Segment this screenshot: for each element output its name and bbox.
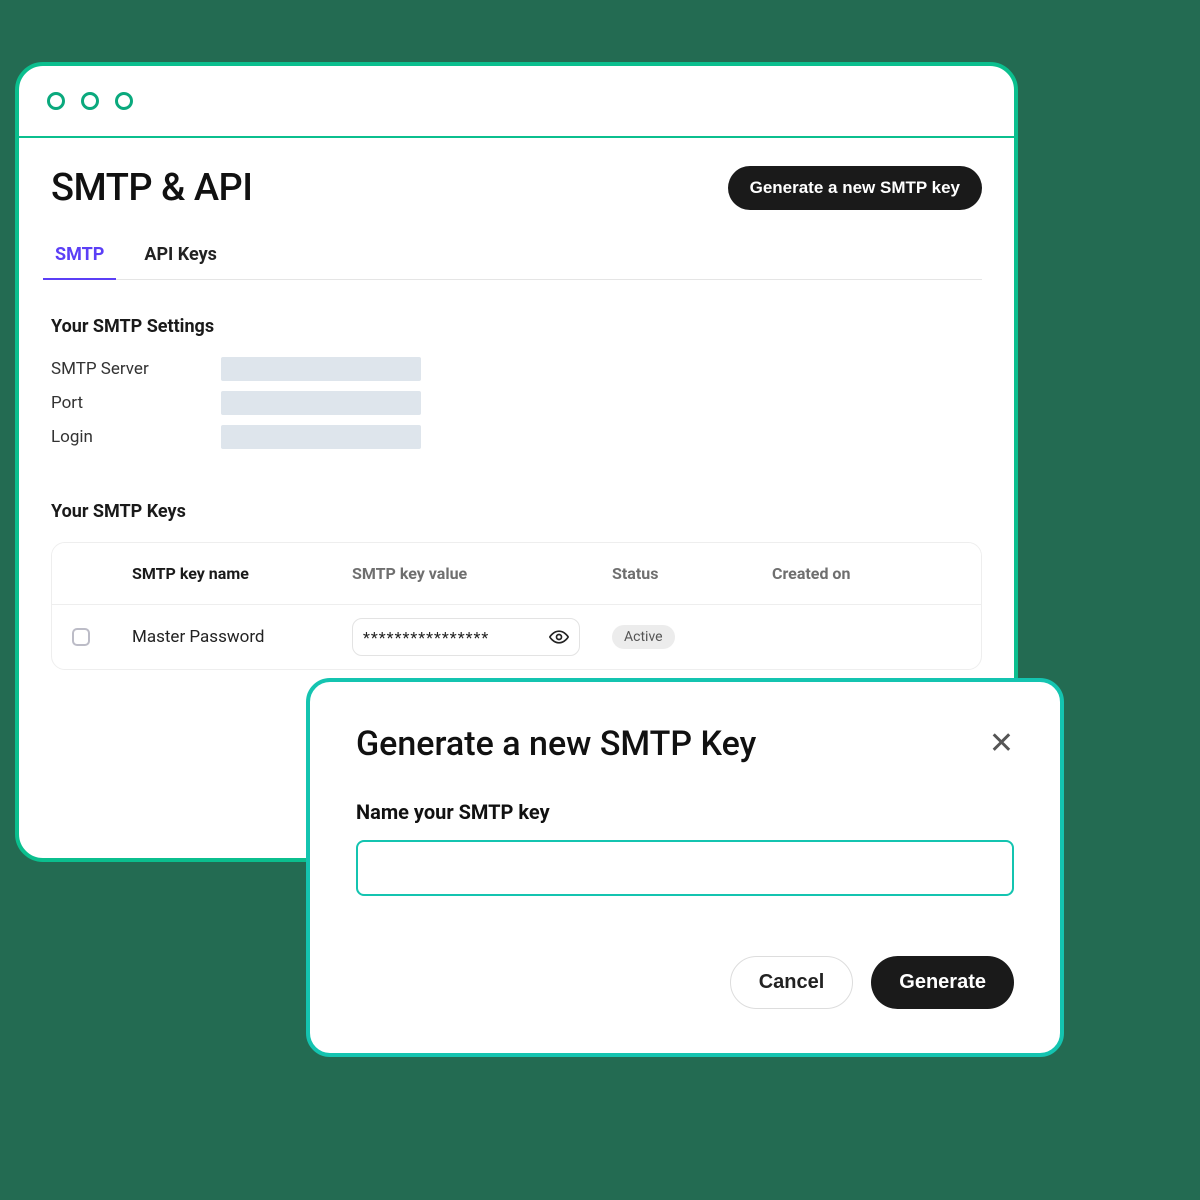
name-your-key-label: Name your SMTP key — [356, 800, 1014, 824]
window-titlebar — [19, 66, 1014, 138]
modal-actions: Cancel Generate — [356, 956, 1014, 1009]
tab-api-keys[interactable]: API Keys — [140, 234, 221, 279]
smtp-port-value — [221, 391, 421, 415]
modal-header: Generate a new SMTP Key ✕ — [356, 724, 1014, 764]
table-header: SMTP key name SMTP key value Status Crea… — [52, 543, 981, 605]
page-title: SMTP & API — [51, 166, 253, 210]
smtp-port-label: Port — [51, 393, 221, 413]
generate-smtp-key-modal: Generate a new SMTP Key ✕ Name your SMTP… — [306, 678, 1064, 1057]
smtp-settings: SMTP Server Port Login — [51, 357, 982, 449]
smtp-server-value — [221, 357, 421, 381]
col-key-value: SMTP key value — [352, 564, 612, 583]
smtp-login-label: Login — [51, 427, 221, 447]
smtp-keys-title: Your SMTP Keys — [51, 501, 982, 522]
table-row: Master Password **************** Active — [52, 605, 981, 669]
smtp-settings-title: Your SMTP Settings — [51, 316, 982, 337]
smtp-key-name-input[interactable] — [356, 840, 1014, 896]
row-checkbox[interactable] — [72, 628, 90, 646]
window-control-dot[interactable] — [47, 92, 65, 110]
generate-smtp-key-button[interactable]: Generate a new SMTP key — [728, 166, 982, 210]
page-header: SMTP & API Generate a new SMTP key — [51, 166, 982, 210]
cancel-button[interactable]: Cancel — [730, 956, 854, 1009]
modal-title: Generate a new SMTP Key — [356, 724, 756, 764]
status-badge: Active — [612, 625, 675, 649]
close-icon[interactable]: ✕ — [989, 729, 1014, 759]
key-name-cell: Master Password — [132, 627, 352, 647]
smtp-server-label: SMTP Server — [51, 359, 221, 379]
key-value-masked: **************** — [363, 628, 489, 647]
col-status: Status — [612, 564, 772, 583]
eye-icon[interactable] — [549, 627, 569, 647]
tab-smtp[interactable]: SMTP — [51, 234, 108, 279]
window-controls — [47, 92, 133, 110]
window-control-dot[interactable] — [81, 92, 99, 110]
smtp-keys-table: SMTP key name SMTP key value Status Crea… — [51, 542, 982, 670]
col-created: Created on — [772, 564, 961, 583]
generate-button[interactable]: Generate — [871, 956, 1014, 1009]
window-control-dot[interactable] — [115, 92, 133, 110]
page-content: SMTP & API Generate a new SMTP key SMTP … — [19, 138, 1014, 670]
smtp-login-value — [221, 425, 421, 449]
tabs: SMTP API Keys — [51, 234, 982, 280]
col-key-name: SMTP key name — [132, 564, 352, 583]
key-value-field: **************** — [352, 618, 580, 656]
